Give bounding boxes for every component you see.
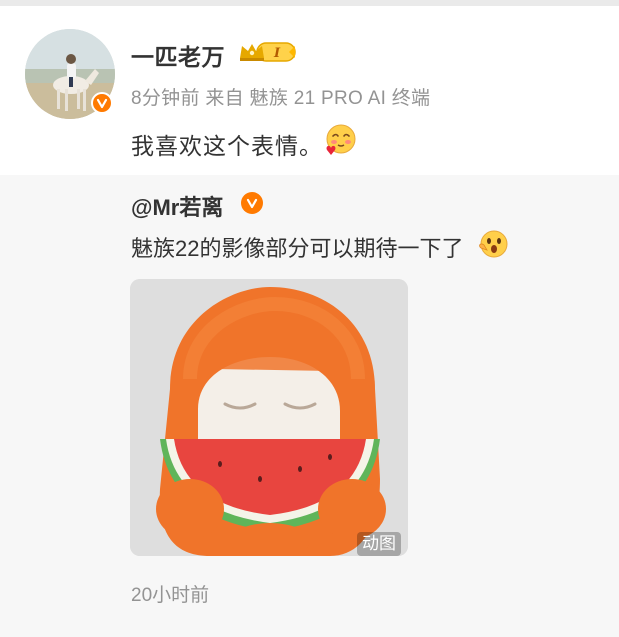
verified-icon: [91, 92, 113, 114]
post-username[interactable]: 一匹老万: [131, 38, 225, 72]
surprised-emoji: [478, 228, 510, 265]
verified-icon: [241, 192, 263, 214]
watermelon-mascot-gif[interactable]: [130, 279, 408, 556]
vip-level: I: [273, 46, 281, 61]
post-text: 我喜欢这个表情。: [131, 133, 323, 159]
top-divider: [0, 0, 619, 6]
shy-blush-emoji: [323, 122, 359, 163]
vip-crown-icon[interactable]: I: [237, 40, 299, 69]
post-meta: 8分钟前 来自 魅族 21 PRO AI 终端: [131, 88, 431, 109]
gif-badge: 动图: [357, 532, 401, 556]
repost-text: 魅族22的影像部分可以期待一下了: [131, 236, 464, 261]
repost-time: 20小时前: [131, 585, 210, 606]
repost-username[interactable]: @Mr若离: [131, 190, 223, 222]
